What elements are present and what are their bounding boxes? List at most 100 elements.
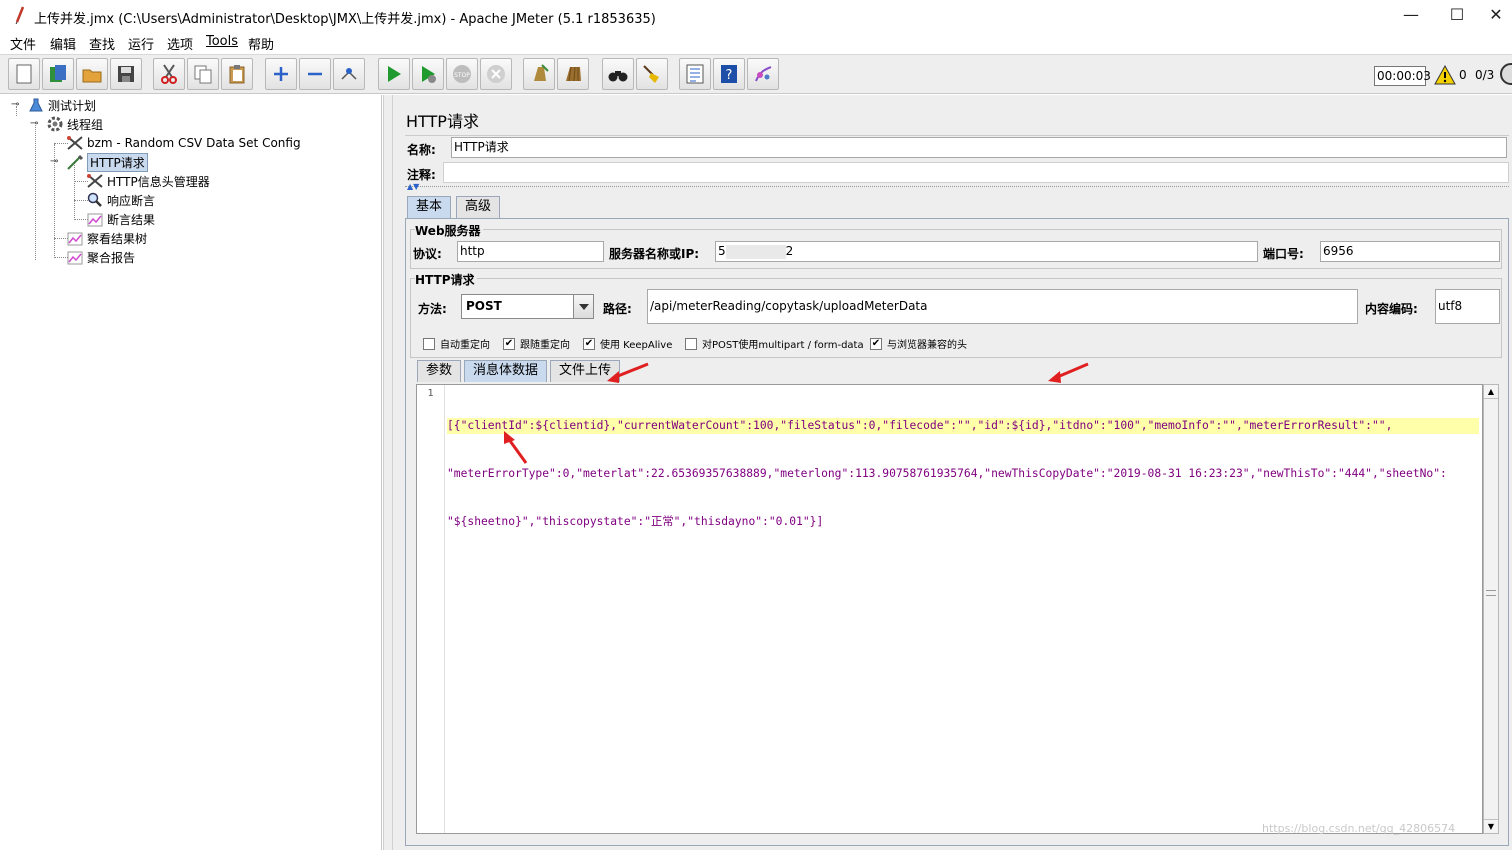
clear-button[interactable] [523,58,555,90]
shutdown-button[interactable] [480,58,512,90]
window-title: 上传并发.jmx (C:\Users\Administrator\Desktop… [34,12,656,27]
function-helper-button[interactable] [679,58,711,90]
expand-button[interactable] [265,58,297,90]
start-no-pause-icon [422,66,436,83]
tree-item-label: HTTP请求 [87,152,148,172]
close-button[interactable]: ✕ [1480,0,1512,32]
save-button[interactable] [110,58,142,90]
checkbox-multipart[interactable]: 对POST使用multipart / form-data [685,336,864,351]
maximize-button[interactable]: ☐ [1434,0,1480,32]
menu-options[interactable]: 选项 [167,34,193,53]
open-button[interactable] [76,58,108,90]
broom-icon [643,65,659,83]
menu-file[interactable]: 文件 [10,34,36,53]
elapsed-timer: 00:00:03 [1374,66,1431,86]
tree-item-test-plan[interactable]: 测试计划 [27,96,96,114]
menu-search[interactable]: 查找 [89,34,115,53]
templates-button[interactable] [42,58,74,90]
active-threads: 0/3 [1475,68,1495,82]
scroll-up-icon[interactable]: ▲ [1484,385,1498,399]
help-button[interactable]: ? [713,58,745,90]
protocol-label: 协议: [413,247,442,261]
protocol-input[interactable]: http [457,241,604,262]
cut-button[interactable] [153,58,185,90]
minimize-button[interactable]: — [1388,0,1434,32]
tree-item-assertion-results[interactable]: 断言结果 [86,210,155,228]
remote-status-icon[interactable] [1499,63,1512,85]
method-value: POST [466,299,502,313]
tree-item-response-assertion[interactable]: 响应断言 [86,191,155,209]
checkbox-box [685,337,697,350]
port-label: 端口号: [1263,247,1304,261]
collapse-arrows-icon[interactable]: ▲▼ [407,182,419,191]
tab-parameters[interactable]: 参数 [417,360,462,382]
tree-item-aggregate-report[interactable]: 聚合报告 [66,248,135,266]
menu-edit[interactable]: 编辑 [50,34,76,53]
encoding-input[interactable]: utf8 [1435,289,1500,324]
encoding-label: 内容编码: [1365,302,1418,316]
new-icon [16,64,32,84]
reset-search-button[interactable] [636,58,668,90]
body-data-text[interactable]: [{"clientId":${clientid},"currentWaterCo… [447,386,1479,562]
tree-item-csv-config[interactable]: bzm - Random CSV Data Set Config [66,134,301,152]
annotation-arrow [504,431,528,464]
editor-vertical-scrollbar[interactable]: ▲ ▼ [1483,384,1499,834]
method-select[interactable]: POST [461,294,594,319]
tree-item-label: bzm - Random CSV Data Set Config [87,136,301,150]
chart-icon [66,248,84,266]
comment-input[interactable] [443,162,1509,183]
path-input[interactable]: /api/meterReading/copytask/uploadMeterDa… [647,289,1358,324]
path-label: 路径: [603,302,632,316]
search-button[interactable] [602,58,634,90]
checkbox-browser-headers[interactable]: ✔ 与浏览器兼容的头 [870,336,967,351]
tree-item-header-manager[interactable]: HTTP信息头管理器 [86,172,210,190]
copy-button[interactable] [187,58,219,90]
toggle-button[interactable] [333,58,365,90]
name-input[interactable]: HTTP请求 [451,137,1507,158]
chevron-down-icon [573,295,593,318]
tab-advanced[interactable]: 高级 [456,196,501,218]
gear-icon [46,115,64,133]
paste-button[interactable] [221,58,253,90]
help-icon: ? [721,65,737,83]
warning-icon[interactable] [1434,65,1456,85]
start-no-pause-button[interactable] [412,58,444,90]
tree-item-label: 断言结果 [107,212,156,227]
paste-icon [229,65,245,84]
tab-body-data[interactable]: 消息体数据 [464,360,548,382]
line-number-gutter: 1 [417,385,445,833]
clear-all-button[interactable] [557,58,589,90]
tree-item-label: 察看结果树 [87,231,148,246]
tab-basic[interactable]: 基本 [407,196,452,218]
start-button[interactable] [378,58,410,90]
port-input[interactable]: 6956 [1320,241,1500,262]
tree-item-thread-group[interactable]: 线程组 [46,115,103,133]
body-data-editor[interactable]: 1 [{"clientId":${clientid},"currentWater… [416,384,1483,834]
toolbar: STOP ? 00:00:03 0 0/3 [0,54,1512,94]
new-button[interactable] [8,58,40,90]
remote-button[interactable] [747,58,779,90]
panel-splitter[interactable] [383,95,393,850]
server-input[interactable]: 52 [715,241,1258,262]
checkbox-keepalive[interactable]: ✔ 使用 KeepAlive [583,336,672,351]
checkbox-follow-redirects[interactable]: ✔ 跟随重定向 [503,336,570,351]
menu-run[interactable]: 运行 [128,34,154,53]
method-label: 方法: [418,302,447,316]
title-bar: 上传并发.jmx (C:\Users\Administrator\Desktop… [0,0,1512,32]
scroll-down-icon[interactable]: ▼ [1484,819,1498,833]
shutdown-icon [487,65,505,83]
collapse-button[interactable] [299,58,331,90]
stop-button[interactable]: STOP [446,58,478,90]
menu-tools[interactable]: Tools [206,34,238,49]
tree-item-label: 响应断言 [107,193,156,208]
panel-title: HTTP请求 [406,112,479,131]
menu-help[interactable]: 帮助 [248,34,274,53]
tree-expand-toggle[interactable]: ⊸ [30,118,38,129]
tree-item-results-tree[interactable]: 察看结果树 [66,229,147,247]
tree-expand-toggle[interactable]: ⊸ [50,156,58,167]
scroll-grip-icon [1486,590,1496,596]
save-icon [118,66,134,82]
tree-expand-toggle[interactable]: ⊸ [11,99,19,110]
tree-item-http-request[interactable]: HTTP请求 [66,152,148,172]
checkbox-auto-redirect[interactable]: 自动重定向 [423,336,490,351]
